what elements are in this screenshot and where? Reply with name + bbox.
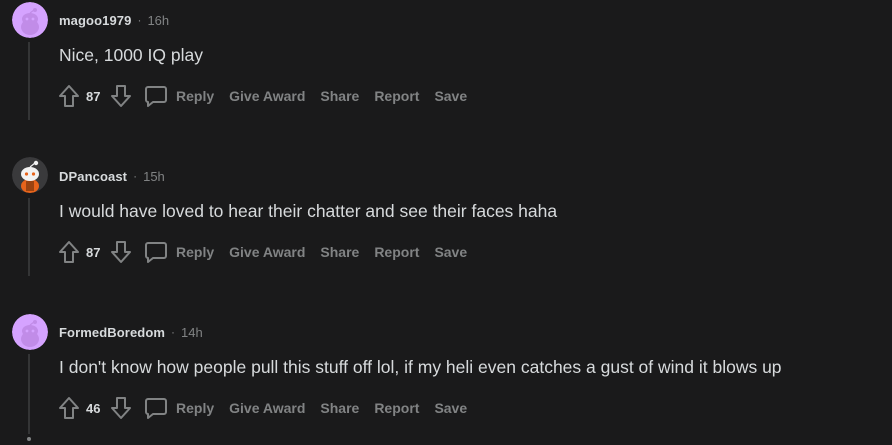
comment-bubble-icon <box>144 396 168 420</box>
snoo-avatar-icon <box>12 2 48 38</box>
timestamp[interactable]: 15h <box>143 169 165 184</box>
save-button[interactable]: Save <box>434 88 467 104</box>
comment-body: I don't know how people pull this stuff … <box>59 357 782 377</box>
meta-separator: · <box>171 325 176 339</box>
comment-thread: magoo1979 · 16h Nice, 1000 IQ play 87 Re… <box>0 0 892 445</box>
username[interactable]: magoo1979 <box>59 13 131 28</box>
comment-bubble-icon <box>144 240 168 264</box>
comment-meta: magoo1979 · 16h <box>59 11 169 29</box>
share-button[interactable]: Share <box>320 88 359 104</box>
meta-separator: · <box>133 169 138 183</box>
downvote-arrow-icon <box>111 397 131 419</box>
reply-label: Reply <box>176 400 215 416</box>
comment-body: I would have loved to hear their chatter… <box>59 201 558 221</box>
custom-snoo-avatar-icon <box>12 157 48 193</box>
comment-actions: 87 Reply Give Award Share Report Save <box>56 83 467 109</box>
downvote-button[interactable] <box>108 239 134 265</box>
comment-meta: FormedBoredom · 14h <box>59 323 203 341</box>
thread-line[interactable] <box>28 354 30 434</box>
give-award-button[interactable]: Give Award <box>229 88 305 104</box>
give-award-button[interactable]: Give Award <box>229 244 305 260</box>
upvote-arrow-icon <box>59 85 79 107</box>
downvote-arrow-icon <box>111 85 131 107</box>
upvote-button[interactable] <box>56 395 82 421</box>
reply-button[interactable]: Reply <box>144 240 214 264</box>
thread-line[interactable] <box>28 42 30 120</box>
vote-score: 46 <box>86 400 101 416</box>
save-button[interactable]: Save <box>434 244 467 260</box>
vote-score: 87 <box>86 244 101 260</box>
thread-line[interactable] <box>28 198 30 276</box>
reply-button[interactable]: Reply <box>144 396 214 420</box>
upvote-button[interactable] <box>56 83 82 109</box>
username[interactable]: FormedBoredom <box>59 325 165 340</box>
collapsed-reply-indicator[interactable] <box>27 437 31 441</box>
comment-bubble-icon <box>144 84 168 108</box>
upvote-arrow-icon <box>59 241 79 263</box>
report-button[interactable]: Report <box>374 88 419 104</box>
downvote-button[interactable] <box>108 83 134 109</box>
reply-label: Reply <box>176 244 215 260</box>
reply-label: Reply <box>176 88 215 104</box>
snoo-avatar-icon <box>12 314 48 350</box>
downvote-arrow-icon <box>111 241 131 263</box>
avatar[interactable] <box>12 314 48 350</box>
reply-button[interactable]: Reply <box>144 84 214 108</box>
comment-actions: 46 Reply Give Award Share Report Save <box>56 395 467 421</box>
avatar[interactable] <box>12 157 48 193</box>
upvote-button[interactable] <box>56 239 82 265</box>
comment-meta: DPancoast · 15h <box>59 167 165 185</box>
avatar[interactable] <box>12 2 48 38</box>
upvote-arrow-icon <box>59 397 79 419</box>
share-button[interactable]: Share <box>320 244 359 260</box>
give-award-button[interactable]: Give Award <box>229 400 305 416</box>
share-button[interactable]: Share <box>320 400 359 416</box>
save-button[interactable]: Save <box>434 400 467 416</box>
vote-score: 87 <box>86 88 101 104</box>
username[interactable]: DPancoast <box>59 169 127 184</box>
report-button[interactable]: Report <box>374 244 419 260</box>
report-button[interactable]: Report <box>374 400 419 416</box>
downvote-button[interactable] <box>108 395 134 421</box>
meta-separator: · <box>137 13 142 27</box>
timestamp[interactable]: 16h <box>147 13 169 28</box>
comment-body: Nice, 1000 IQ play <box>59 45 203 65</box>
comment-actions: 87 Reply Give Award Share Report Save <box>56 239 467 265</box>
timestamp[interactable]: 14h <box>181 325 203 340</box>
